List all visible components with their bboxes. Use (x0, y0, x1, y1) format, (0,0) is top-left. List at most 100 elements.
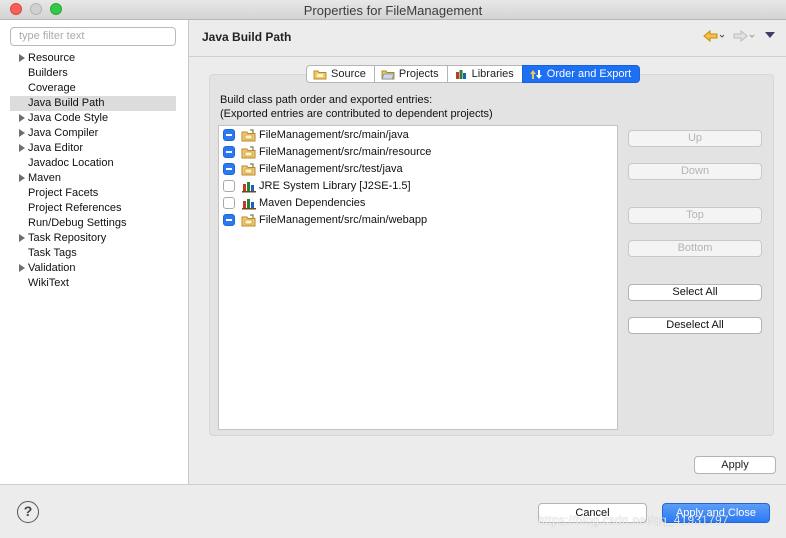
export-checkbox[interactable] (223, 180, 235, 192)
tab-libraries[interactable]: Libraries (446, 65, 523, 83)
list-item[interactable]: FileManagement/src/main/java (223, 127, 409, 143)
library-icon (242, 198, 256, 209)
apply-button[interactable]: Apply (694, 456, 776, 474)
expand-arrow-icon[interactable] (19, 264, 25, 272)
help-icon[interactable]: ? (17, 501, 39, 523)
sidebar-item-label: Java Build Path (28, 97, 105, 109)
sidebar-item-maven[interactable]: Maven (0, 171, 188, 186)
tab-label: Projects (398, 68, 439, 80)
export-checkbox[interactable] (223, 146, 235, 158)
source-folder-icon (241, 129, 256, 141)
sidebar-item-java-build-path[interactable]: Java Build Path (10, 96, 176, 111)
sidebar-item-project-references[interactable]: Project References (0, 201, 188, 216)
expand-arrow-icon[interactable] (19, 114, 25, 122)
sidebar-item-label: Java Code Style (28, 112, 109, 124)
panel-description: Build class path order and exported entr… (220, 93, 493, 121)
expand-arrow-icon[interactable] (19, 234, 25, 242)
sidebar-item-label: Builders (28, 67, 68, 79)
properties-page: Java Build Path Build class path order a… (189, 20, 786, 484)
library-icon (242, 181, 256, 192)
deselect-all-button[interactable]: Deselect All (628, 317, 762, 334)
forward-arrow-icon[interactable] (733, 29, 757, 45)
sidebar: type filter text Resource Builders Cover… (0, 20, 189, 484)
tab-source[interactable]: Source (306, 65, 375, 83)
tab-order-and-export[interactable]: Order and Export (521, 65, 641, 83)
list-item[interactable]: Maven Dependencies (223, 195, 365, 211)
sidebar-item-task-tags[interactable]: Task Tags (0, 246, 188, 261)
tab-projects[interactable]: Projects (373, 65, 448, 83)
tab-label: Libraries (471, 68, 514, 80)
list-item[interactable]: JRE System Library [J2SE-1.5] (223, 178, 411, 194)
down-button[interactable]: Down (628, 163, 762, 180)
watermark-text: https://blog.csdn.net/qq_41931797 (538, 513, 729, 527)
source-folder-icon (241, 163, 256, 175)
entry-label: FileManagement/src/main/webapp (259, 214, 428, 226)
filter-input[interactable]: type filter text (10, 27, 176, 46)
build-path-tabs: Source Projects Libraries Order and Expo… (306, 65, 641, 83)
sidebar-item-label: Project Facets (28, 187, 99, 199)
sidebar-item-run-debug-settings[interactable]: Run/Debug Settings (0, 216, 188, 231)
export-checkbox[interactable] (223, 129, 235, 141)
source-folder-icon (313, 70, 327, 79)
up-button[interactable]: Up (628, 130, 762, 147)
back-arrow-icon[interactable] (703, 29, 727, 45)
expand-arrow-icon[interactable] (19, 144, 25, 152)
tab-label: Source (331, 68, 366, 80)
export-checkbox[interactable] (223, 197, 235, 209)
sidebar-item-builders[interactable]: Builders (0, 66, 188, 81)
description-line-2: (Exported entries are contributed to dep… (220, 108, 493, 120)
sidebar-item-label: Run/Debug Settings (28, 217, 127, 229)
sidebar-item-label: Task Repository (28, 232, 107, 244)
top-button[interactable]: Top (628, 207, 762, 224)
sidebar-item-label: Maven (28, 172, 62, 184)
tab-label: Order and Export (546, 68, 632, 80)
select-all-button[interactable]: Select All (628, 284, 762, 301)
sidebar-item-label: Java Editor (28, 142, 84, 154)
sidebar-item-label: Coverage (28, 82, 76, 94)
sidebar-item-validation[interactable]: Validation (0, 261, 188, 276)
sidebar-item-task-repository[interactable]: Task Repository (0, 231, 188, 246)
expand-arrow-icon[interactable] (19, 174, 25, 182)
sidebar-item-coverage[interactable]: Coverage (0, 81, 188, 96)
sidebar-item-java-compiler[interactable]: Java Compiler (0, 126, 188, 141)
list-item[interactable]: FileManagement/src/test/java (223, 161, 403, 177)
list-item[interactable]: FileManagement/src/main/resource (223, 144, 431, 160)
order-export-panel: Build class path order and exported entr… (209, 74, 774, 436)
page-title: Java Build Path (202, 30, 292, 44)
sidebar-item-label: Project References (28, 202, 122, 214)
sidebar-item-label: Javadoc Location (28, 157, 114, 169)
header-divider (189, 56, 786, 57)
export-checkbox[interactable] (223, 163, 235, 175)
bottom-button[interactable]: Bottom (628, 240, 762, 257)
libraries-icon (455, 69, 466, 79)
entry-label: Maven Dependencies (259, 197, 366, 209)
order-export-icon (529, 69, 542, 79)
sidebar-item-resource[interactable]: Resource (0, 51, 188, 66)
entry-label: JRE System Library [J2SE-1.5] (259, 180, 411, 192)
sidebar-item-java-editor[interactable]: Java Editor (0, 141, 188, 156)
entry-label: FileManagement/src/main/java (259, 129, 409, 141)
list-item[interactable]: FileManagement/src/main/webapp (223, 212, 427, 228)
classpath-entries-list[interactable]: FileManagement/src/main/java FileManagem… (218, 125, 618, 430)
sidebar-item-wikitext[interactable]: WikiText (0, 276, 188, 291)
property-tree: Resource Builders Coverage Java Build Pa… (0, 51, 188, 291)
projects-folder-icon (381, 70, 395, 79)
expand-arrow-icon[interactable] (19, 129, 25, 137)
sidebar-item-javadoc-location[interactable]: Javadoc Location (0, 156, 188, 171)
view-menu-icon[interactable] (765, 32, 775, 38)
title-bar: Properties for FileManagement (0, 0, 786, 20)
sidebar-item-java-code-style[interactable]: Java Code Style (0, 111, 188, 126)
sidebar-item-label: Task Tags (28, 247, 77, 259)
source-folder-icon (241, 146, 256, 158)
export-checkbox[interactable] (223, 214, 235, 226)
entry-label: FileManagement/src/test/java (259, 163, 403, 175)
expand-arrow-icon[interactable] (19, 54, 25, 62)
sidebar-item-project-facets[interactable]: Project Facets (0, 186, 188, 201)
dialog-footer: ? Cancel Apply and Close https://blog.cs… (0, 484, 786, 538)
entry-label: FileManagement/src/main/resource (259, 146, 432, 158)
sidebar-item-label: Resource (28, 52, 76, 64)
window-title: Properties for FileManagement (303, 3, 483, 18)
description-line-1: Build class path order and exported entr… (220, 94, 433, 106)
sidebar-item-label: Java Compiler (28, 127, 99, 139)
sidebar-item-label: WikiText (28, 277, 69, 289)
